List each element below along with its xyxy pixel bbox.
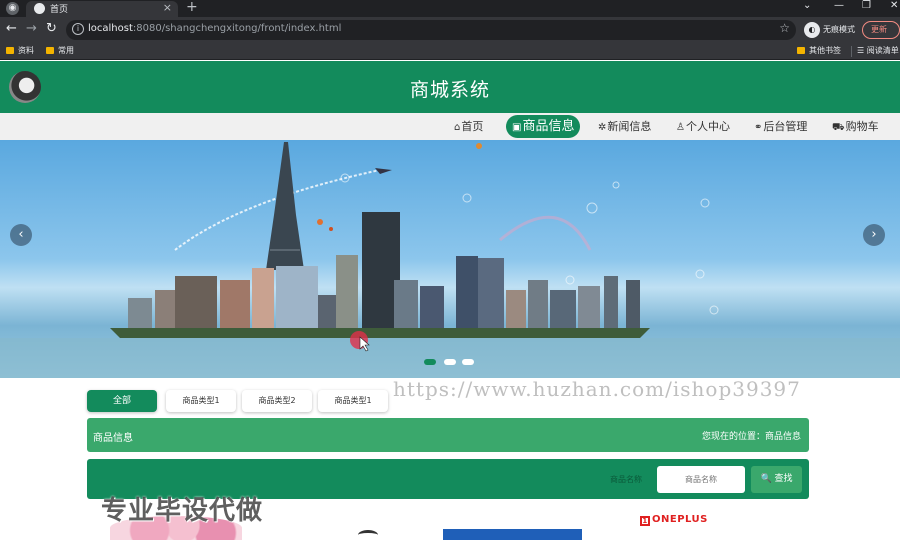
reading-list[interactable]: ☰ 阅读清单	[857, 45, 899, 56]
site-header: 商城系统	[0, 61, 900, 113]
bookmark-folder-changyong[interactable]: 常用	[46, 45, 74, 56]
product-image-bird[interactable]	[358, 530, 378, 540]
minimize-icon[interactable]: —	[834, 0, 844, 11]
bookmark-separator	[851, 46, 852, 57]
link-icon: ⚭	[754, 122, 763, 133]
nav-label: 首页	[461, 120, 484, 133]
search-input[interactable]	[657, 466, 745, 493]
nav-item-admin[interactable]: ⚭后台管理	[754, 113, 807, 140]
bookmark-label: 其他书签	[809, 46, 841, 55]
url-path: :8080/shangchengxitong/front/index.html	[132, 23, 342, 34]
browser-toolbar: ← → ↻ i localhost:8080/shangchengxitong/…	[0, 17, 900, 43]
incognito-label: 无痕模式	[823, 25, 855, 34]
url-watermark: https://www.huzhan.com/ishop39397	[393, 377, 801, 401]
reading-list-icon: ☰	[857, 46, 867, 55]
folder-icon	[6, 47, 14, 54]
nav-label: 个人中心	[685, 120, 730, 133]
bookmark-label: 资料	[18, 46, 34, 55]
product-brand-logo[interactable]: 1 ONEPLUS	[640, 514, 708, 526]
address-bar[interactable]: i localhost:8080/shangchengxitong/front/…	[66, 20, 796, 40]
back-icon[interactable]: ←	[6, 21, 17, 36]
workspace-icon[interactable]: ◉	[6, 2, 19, 15]
url-host: localhost	[88, 23, 133, 34]
bookmark-folder-ziliao[interactable]: 资料	[6, 45, 34, 56]
nav-label: 购物车	[845, 120, 879, 133]
incognito-icon[interactable]: ◐	[804, 22, 820, 38]
filter-type2-button[interactable]: 商品类型2	[242, 390, 312, 412]
filter-all-button[interactable]: 全部	[87, 390, 157, 412]
close-tab-icon[interactable]: ×	[163, 1, 172, 14]
search-label: 商品名称	[610, 475, 642, 484]
browser-tab-strip: ◉ 首页 × + ⌄ — ❐ ✕	[0, 0, 900, 17]
tab-search-icon[interactable]: ⌄	[803, 0, 811, 11]
section-title: 商品信息	[93, 433, 133, 444]
tab-title: 首页	[50, 5, 69, 15]
search-button-label: 查找	[774, 474, 793, 484]
search-button[interactable]: 🔍 查找	[751, 466, 802, 493]
breadcrumb-location: 您现在的位置：商品信息	[702, 429, 801, 442]
url-text[interactable]: localhost:8080/shangchengxitong/front/in…	[88, 23, 341, 34]
grid-icon: ▣	[512, 122, 522, 133]
forward-icon[interactable]: →	[26, 21, 37, 36]
reload-icon[interactable]: ↻	[46, 21, 57, 36]
update-button[interactable]: 更新	[862, 21, 900, 39]
banner-image	[0, 142, 900, 378]
restore-icon[interactable]: ❐	[862, 0, 871, 11]
breadcrumb: 商品信息 您现在的位置：商品信息	[87, 418, 809, 452]
user-icon: ♙	[676, 122, 685, 133]
carousel-next-button[interactable]: ›	[863, 224, 885, 246]
site-title: 商城系统	[409, 79, 490, 101]
nav-item-home[interactable]: ⌂首页	[454, 113, 483, 140]
cart-icon: ⛟	[832, 122, 845, 133]
main-nav: ⌂首页 ▣商品信息 ✲新闻信息 ♙个人中心 ⚭后台管理 ⛟购物车	[0, 113, 900, 140]
nav-item-profile[interactable]: ♙个人中心	[676, 113, 730, 140]
nav-label: 商品信息	[522, 119, 575, 134]
new-tab-button[interactable]: +	[186, 0, 198, 15]
banner-carousel[interactable]: ‹ ›	[0, 140, 900, 378]
carousel-dot-1[interactable]	[424, 359, 436, 365]
nav-label: 新闻信息	[607, 120, 652, 133]
bookmark-folder-other[interactable]: 其他书签	[797, 45, 841, 56]
bookmark-label: 阅读清单	[866, 46, 899, 55]
globe-icon	[34, 3, 45, 14]
filter-type1-button[interactable]: 商品类型1	[166, 390, 236, 412]
home-icon: ⌂	[454, 122, 461, 133]
window-close-icon[interactable]: ✕	[890, 0, 898, 11]
brand-mark: 1	[640, 516, 650, 526]
snowflake-icon: ✲	[598, 122, 607, 133]
search-icon: 🔍	[760, 474, 772, 484]
filter-type3-button[interactable]: 商品类型1	[318, 390, 388, 412]
carousel-prev-button[interactable]: ‹	[10, 224, 32, 246]
brand-name: ONEPLUS	[652, 514, 708, 525]
bookmark-star-icon[interactable]: ☆	[779, 21, 790, 35]
nav-item-cart[interactable]: ⛟购物车	[832, 113, 879, 140]
bookmarks-bar: 资料 常用 其他书签 ☰ 阅读清单	[0, 43, 900, 60]
breadcrumb-current[interactable]: 商品信息	[765, 432, 801, 442]
site-info-icon[interactable]: i	[72, 23, 84, 35]
nav-item-products[interactable]: ▣商品信息	[506, 115, 581, 138]
folder-icon	[46, 47, 54, 54]
carousel-dot-3[interactable]	[462, 359, 474, 365]
text-watermark: 专业毕设代做	[101, 496, 264, 526]
carousel-dot-2[interactable]	[444, 359, 456, 365]
nav-item-news[interactable]: ✲新闻信息	[598, 113, 651, 140]
breadcrumb-label: 您现在的位置：	[701, 432, 765, 442]
browser-tab[interactable]: 首页 ×	[26, 1, 178, 17]
nav-label: 后台管理	[763, 120, 808, 133]
product-image-box[interactable]	[443, 529, 582, 540]
bookmark-label: 常用	[58, 46, 74, 55]
folder-icon	[797, 47, 805, 54]
